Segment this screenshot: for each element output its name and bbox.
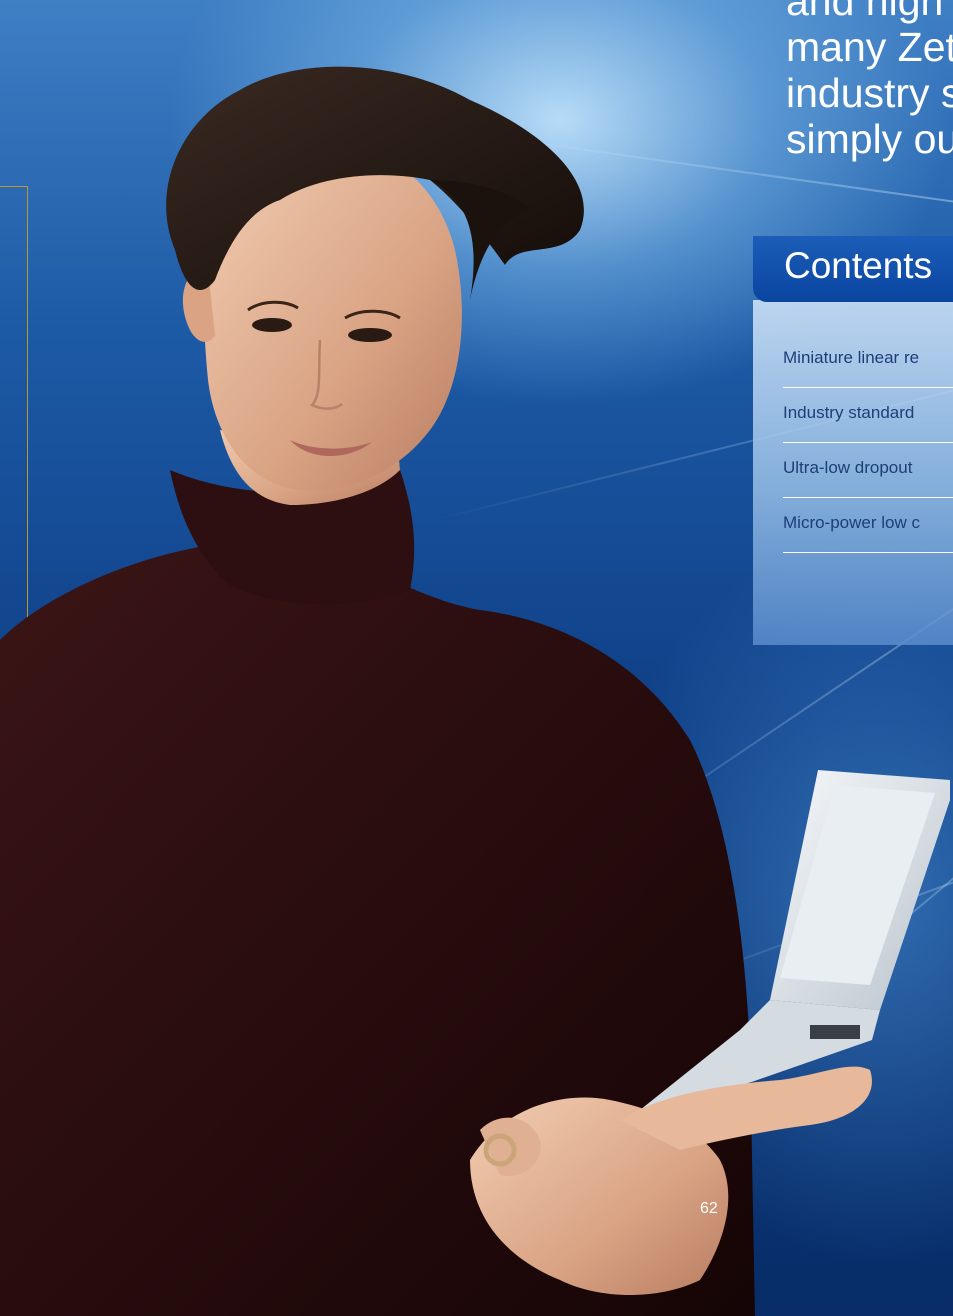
brochure-page: and high cu many Zetex industry sta simp… <box>0 0 953 1316</box>
page-number: 62 <box>700 1200 718 1217</box>
woman-with-phone-photo <box>0 66 950 1316</box>
